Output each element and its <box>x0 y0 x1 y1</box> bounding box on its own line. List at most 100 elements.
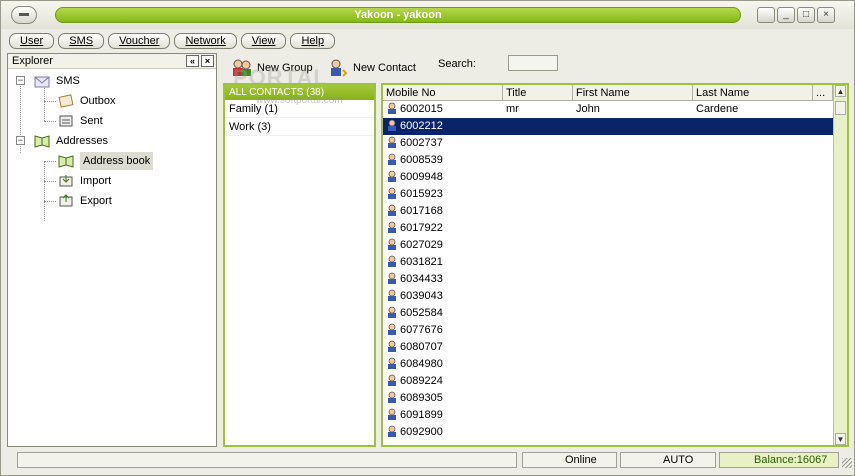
contact-row[interactable]: 6092900 <box>383 424 847 441</box>
cell-mobile-no: 6091899 <box>383 407 503 424</box>
column-more[interactable]: ... <box>813 85 833 101</box>
search-input[interactable] <box>508 55 558 71</box>
scroll-thumb[interactable] <box>835 101 846 115</box>
contact-row[interactable]: 6089224 <box>383 373 847 390</box>
cell-first-name <box>573 305 693 322</box>
tree-item-sent[interactable]: Sent <box>58 112 103 130</box>
contact-person-icon <box>386 306 398 318</box>
menu-user[interactable]: User <box>9 33 55 49</box>
cell-first-name <box>573 186 693 203</box>
cell-last-name <box>693 118 813 135</box>
cell-first-name <box>573 254 693 271</box>
cell-mobile-text: 6084980 <box>400 358 443 370</box>
menu-view[interactable]: View <box>240 33 287 49</box>
menu-network[interactable]: Network <box>174 33 237 49</box>
contact-row[interactable]: 6052584 <box>383 305 847 322</box>
cell-mobile-no: 6080707 <box>383 339 503 356</box>
status-bar: Online AUTO Balance:16067 <box>1 450 854 470</box>
mode-status-label: AUTO <box>663 454 694 466</box>
cell-mobile-no: 6031821 <box>383 254 503 271</box>
window-title: Yakoon - yakoon <box>55 7 741 23</box>
contact-row[interactable]: 6089305 <box>383 390 847 407</box>
menu-sms[interactable]: SMS <box>58 33 105 49</box>
minimize-button[interactable]: _ <box>777 7 795 23</box>
watermark-url: www.softportal.com <box>256 95 343 106</box>
menu-help[interactable]: Help <box>290 33 336 49</box>
tree-item-sms[interactable]: SMS <box>34 72 80 90</box>
new-contact-button[interactable]: New Contact <box>327 57 416 79</box>
contact-row[interactable]: 6080707 <box>383 339 847 356</box>
contact-row[interactable]: 6002212 <box>383 118 847 135</box>
contact-row[interactable]: 6031821 <box>383 254 847 271</box>
scroll-down-arrow[interactable]: ▼ <box>835 433 846 445</box>
tree-item-addresses[interactable]: Addresses <box>34 132 108 150</box>
contact-row[interactable]: 6002737 <box>383 135 847 152</box>
cell-mobile-no: 6008539 <box>383 152 503 169</box>
resize-grip[interactable] <box>842 458 852 468</box>
cell-title <box>503 135 573 152</box>
cell-first-name <box>573 220 693 237</box>
addresses-expander[interactable]: − <box>16 136 25 145</box>
contact-row[interactable]: 6002015 mr John Cardene <box>383 101 847 118</box>
collapse-panel-button[interactable]: « <box>186 55 199 67</box>
cell-last-name <box>693 356 813 373</box>
cell-last-name <box>693 169 813 186</box>
vertical-scrollbar[interactable]: ▲ ▼ <box>833 85 847 445</box>
outbox-icon <box>58 94 74 108</box>
tree-item-export[interactable]: Export <box>58 192 112 210</box>
contact-row[interactable]: 6091899 <box>383 407 847 424</box>
cell-mobile-text: 6089224 <box>400 375 443 387</box>
system-menu-button[interactable]: ▬ <box>11 6 37 24</box>
cell-last-name <box>693 390 813 407</box>
tree-item-address-book[interactable]: Address book <box>58 152 154 170</box>
contact-row[interactable]: 6017922 <box>383 220 847 237</box>
extra-window-button[interactable] <box>757 7 775 23</box>
contact-row[interactable]: 6039043 <box>383 288 847 305</box>
sent-icon <box>58 114 74 128</box>
contact-row[interactable]: 6017168 <box>383 203 847 220</box>
contact-row[interactable]: 6084980 <box>383 356 847 373</box>
cell-last-name <box>693 339 813 356</box>
title-bar: ▬ Yakoon - yakoon _ □ × <box>1 1 854 29</box>
cell-title <box>503 322 573 339</box>
cell-first-name <box>573 390 693 407</box>
cell-mobile-no: 6089224 <box>383 373 503 390</box>
cell-mobile-no: 6017922 <box>383 220 503 237</box>
cell-mobile-no: 6084980 <box>383 356 503 373</box>
cell-mobile-text: 6031821 <box>400 256 443 268</box>
contact-row[interactable]: 6008539 <box>383 152 847 169</box>
cell-title <box>503 220 573 237</box>
close-button[interactable]: × <box>817 7 835 23</box>
cell-title <box>503 254 573 271</box>
close-panel-button[interactable]: × <box>201 55 214 67</box>
column-mobile-no[interactable]: Mobile No <box>383 85 503 101</box>
cell-first-name <box>573 203 693 220</box>
maximize-button[interactable]: □ <box>797 7 815 23</box>
cell-first-name <box>573 118 693 135</box>
column-first-name[interactable]: First Name <box>573 85 693 101</box>
tree-item-import[interactable]: Import <box>58 172 111 190</box>
tree-item-outbox[interactable]: Outbox <box>58 92 115 110</box>
contact-row[interactable]: 6015923 <box>383 186 847 203</box>
menu-voucher[interactable]: Voucher <box>108 33 171 49</box>
contact-row[interactable]: 6077676 <box>383 322 847 339</box>
contact-row[interactable]: 6034433 <box>383 271 847 288</box>
cell-title <box>503 424 573 441</box>
explorer-header: Explorer « × <box>8 54 216 69</box>
contact-row[interactable]: 6009948 <box>383 169 847 186</box>
cell-mobile-text: 6017922 <box>400 222 443 234</box>
column-title[interactable]: Title <box>503 85 573 101</box>
contact-row[interactable]: 6027029 <box>383 237 847 254</box>
column-last-name[interactable]: Last Name <box>693 85 813 101</box>
new-contact-icon <box>327 58 349 78</box>
sms-expander[interactable]: − <box>16 76 25 85</box>
search-label: Search: <box>438 58 476 70</box>
contact-person-icon <box>386 391 398 403</box>
cell-mobile-text: 6052584 <box>400 307 443 319</box>
cell-title <box>503 339 573 356</box>
cell-mobile-text: 6017168 <box>400 205 443 217</box>
group-item-work[interactable]: Work (3) <box>225 118 374 136</box>
cell-first-name <box>573 237 693 254</box>
scroll-up-arrow[interactable]: ▲ <box>835 85 846 97</box>
cell-title: mr <box>506 103 519 115</box>
